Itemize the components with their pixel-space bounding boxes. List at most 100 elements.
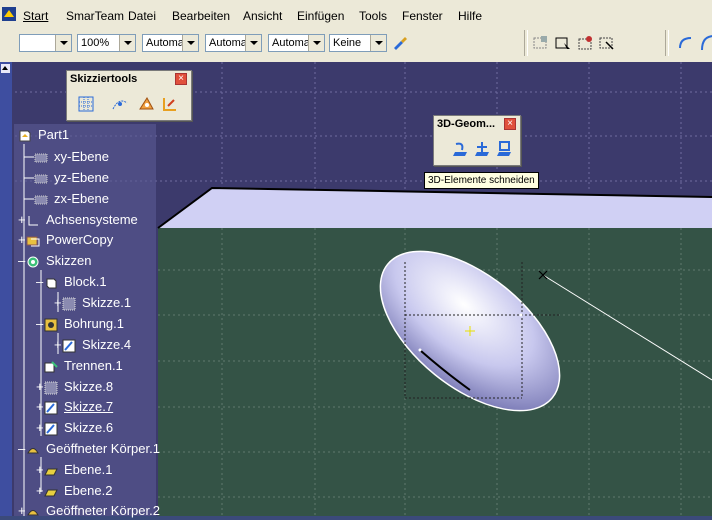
vertex-point <box>418 348 422 352</box>
linetype-select[interactable] <box>19 34 72 52</box>
auto-select-2[interactable]: Automa <box>205 34 262 52</box>
zoom-select[interactable]: 100% <box>77 34 136 52</box>
plane-yellow-icon <box>44 489 58 497</box>
collapse-icon[interactable]: – <box>18 440 26 458</box>
auto-select-3[interactable]: Automa <box>268 34 325 52</box>
expand-icon[interactable]: + <box>36 482 44 500</box>
tree-node-powercopy[interactable]: + PowerCopy <box>18 231 115 249</box>
close-icon[interactable]: × <box>175 73 187 85</box>
body-gear-icon <box>27 256 39 268</box>
tree-node-skizze4[interactable]: + Skizze.4 <box>54 336 133 354</box>
tree-node-xy-plane[interactable]: xy-Ebene <box>34 148 111 166</box>
curve-icon[interactable] <box>698 34 712 52</box>
project-3d-elements-icon[interactable] <box>450 140 470 160</box>
silhouette-edges-icon[interactable] <box>494 140 514 160</box>
select-rotate-icon[interactable] <box>577 34 595 52</box>
menu-datei[interactable]: Datei <box>128 9 156 23</box>
tree-node-skizze7[interactable]: + Skizze.7 <box>36 398 115 416</box>
skizziertools-panel: Skizziertools × <box>66 70 192 121</box>
part-icon <box>19 130 31 142</box>
split-icon <box>44 360 58 373</box>
menu-bearbeiten[interactable]: Bearbeiten <box>172 9 230 23</box>
auto2-value: Automa <box>209 37 247 49</box>
grid-icon[interactable] <box>77 95 97 113</box>
hole-icon <box>44 318 58 332</box>
expand-icon[interactable]: + <box>54 294 62 312</box>
geometric-constraints-icon[interactable] <box>161 95 181 113</box>
snap-grid-icon[interactable] <box>532 34 550 52</box>
tooltip: 3D-Elemente schneiden <box>424 172 539 189</box>
menu-tools[interactable]: Tools <box>359 9 387 23</box>
close-icon[interactable]: × <box>504 118 516 130</box>
menu-smarteam[interactable]: SmarTeam <box>66 9 124 23</box>
sketch-pencil-icon <box>62 339 76 353</box>
tree-node-skizzen[interactable]: – Skizzen <box>18 252 94 270</box>
expand-icon[interactable]: + <box>18 231 26 249</box>
specification-tree: Part1 xy-Ebene yz-Ebene zx-Ebene + Achsen… <box>14 120 184 518</box>
tree-node-geoeffneter-koerper2[interactable]: + Geöffneter Körper.2 <box>18 502 162 520</box>
expand-icon[interactable]: + <box>18 211 26 229</box>
auto3-value: Automa <box>272 37 310 49</box>
collapse-icon[interactable]: – <box>36 273 44 291</box>
keine-select[interactable]: Keine <box>329 34 387 52</box>
chevron-down-icon[interactable] <box>245 35 261 51</box>
paint-brush-icon[interactable] <box>391 34 409 52</box>
plane-icon <box>34 153 48 163</box>
auto-select-1[interactable]: Automa <box>142 34 199 52</box>
3d-geometry-title: 3D-Geom... <box>437 118 496 130</box>
vertex-point <box>519 313 523 317</box>
menu-start[interactable]: Start <box>23 9 48 23</box>
plane-surface <box>158 188 712 228</box>
tree-node-part1[interactable]: Part1 <box>18 126 71 144</box>
menu-hilfe[interactable]: Hilfe <box>458 9 482 23</box>
sketch-pencil-icon <box>44 401 58 415</box>
expand-icon[interactable]: + <box>18 502 26 520</box>
expand-icon[interactable]: + <box>36 398 44 416</box>
expand-icon[interactable]: + <box>36 419 44 437</box>
menu-einfuegen[interactable]: Einfügen <box>297 9 344 23</box>
toolbar-divider <box>524 30 528 56</box>
select-tool-icon[interactable] <box>598 34 616 52</box>
plane-icon <box>34 174 48 184</box>
properties-toolbar: 100% Automa Automa Automa Keine <box>0 26 712 63</box>
chevron-down-icon[interactable] <box>119 35 135 51</box>
collapse-icon[interactable]: – <box>36 315 44 333</box>
tree-node-block1[interactable]: – Block.1 <box>36 273 109 291</box>
open-body-icon <box>27 509 39 516</box>
tree-node-skizze1[interactable]: + Skizze.1 <box>54 294 133 312</box>
tree-node-trennen1[interactable]: Trennen.1 <box>44 357 125 375</box>
tree-node-ebene1[interactable]: + Ebene.1 <box>36 461 114 479</box>
construction-element-icon[interactable] <box>137 95 157 113</box>
tree-node-zx-plane[interactable]: zx-Ebene <box>34 190 111 208</box>
expand-icon[interactable]: + <box>54 336 62 354</box>
sketch-pencil-icon <box>44 422 58 436</box>
arc-icon[interactable] <box>677 34 695 52</box>
powercopy-icon <box>26 236 40 247</box>
catia-logo-icon[interactable] <box>2 7 16 21</box>
scroll-up-icon[interactable] <box>1 64 10 73</box>
tree-node-bohrung1[interactable]: – Bohrung.1 <box>36 315 126 333</box>
skizziertools-title: Skizziertools <box>70 73 138 85</box>
menu-ansicht[interactable]: Ansicht <box>243 9 282 23</box>
collapse-icon[interactable]: – <box>18 252 26 270</box>
chevron-down-icon[interactable] <box>55 35 71 51</box>
chevron-down-icon[interactable] <box>370 35 386 51</box>
plane-yellow-icon <box>44 468 58 476</box>
tree-node-skizze6[interactable]: + Skizze.6 <box>36 419 115 437</box>
select-box-icon[interactable] <box>554 34 572 52</box>
chevron-down-icon[interactable] <box>308 35 324 51</box>
tree-node-achsensysteme[interactable]: + Achsensysteme <box>18 211 140 229</box>
menu-fenster[interactable]: Fenster <box>402 9 443 23</box>
snap-to-point-icon[interactable] <box>111 95 131 113</box>
tree-node-skizze8[interactable]: + Skizze.8 <box>36 378 115 396</box>
expand-icon[interactable]: + <box>36 461 44 479</box>
chevron-down-icon[interactable] <box>182 35 198 51</box>
expand-icon[interactable]: + <box>36 378 44 396</box>
keine-value: Keine <box>333 37 362 49</box>
tree-scrollbar[interactable] <box>0 62 12 516</box>
tree-node-ebene2[interactable]: + Ebene.2 <box>36 482 114 500</box>
zoom-value: 100% <box>81 37 110 49</box>
tree-node-geoeffneter-koerper1[interactable]: – Geöffneter Körper.1 <box>18 440 162 458</box>
intersect-3d-elements-icon[interactable] <box>472 140 492 160</box>
tree-node-yz-plane[interactable]: yz-Ebene <box>34 169 111 187</box>
